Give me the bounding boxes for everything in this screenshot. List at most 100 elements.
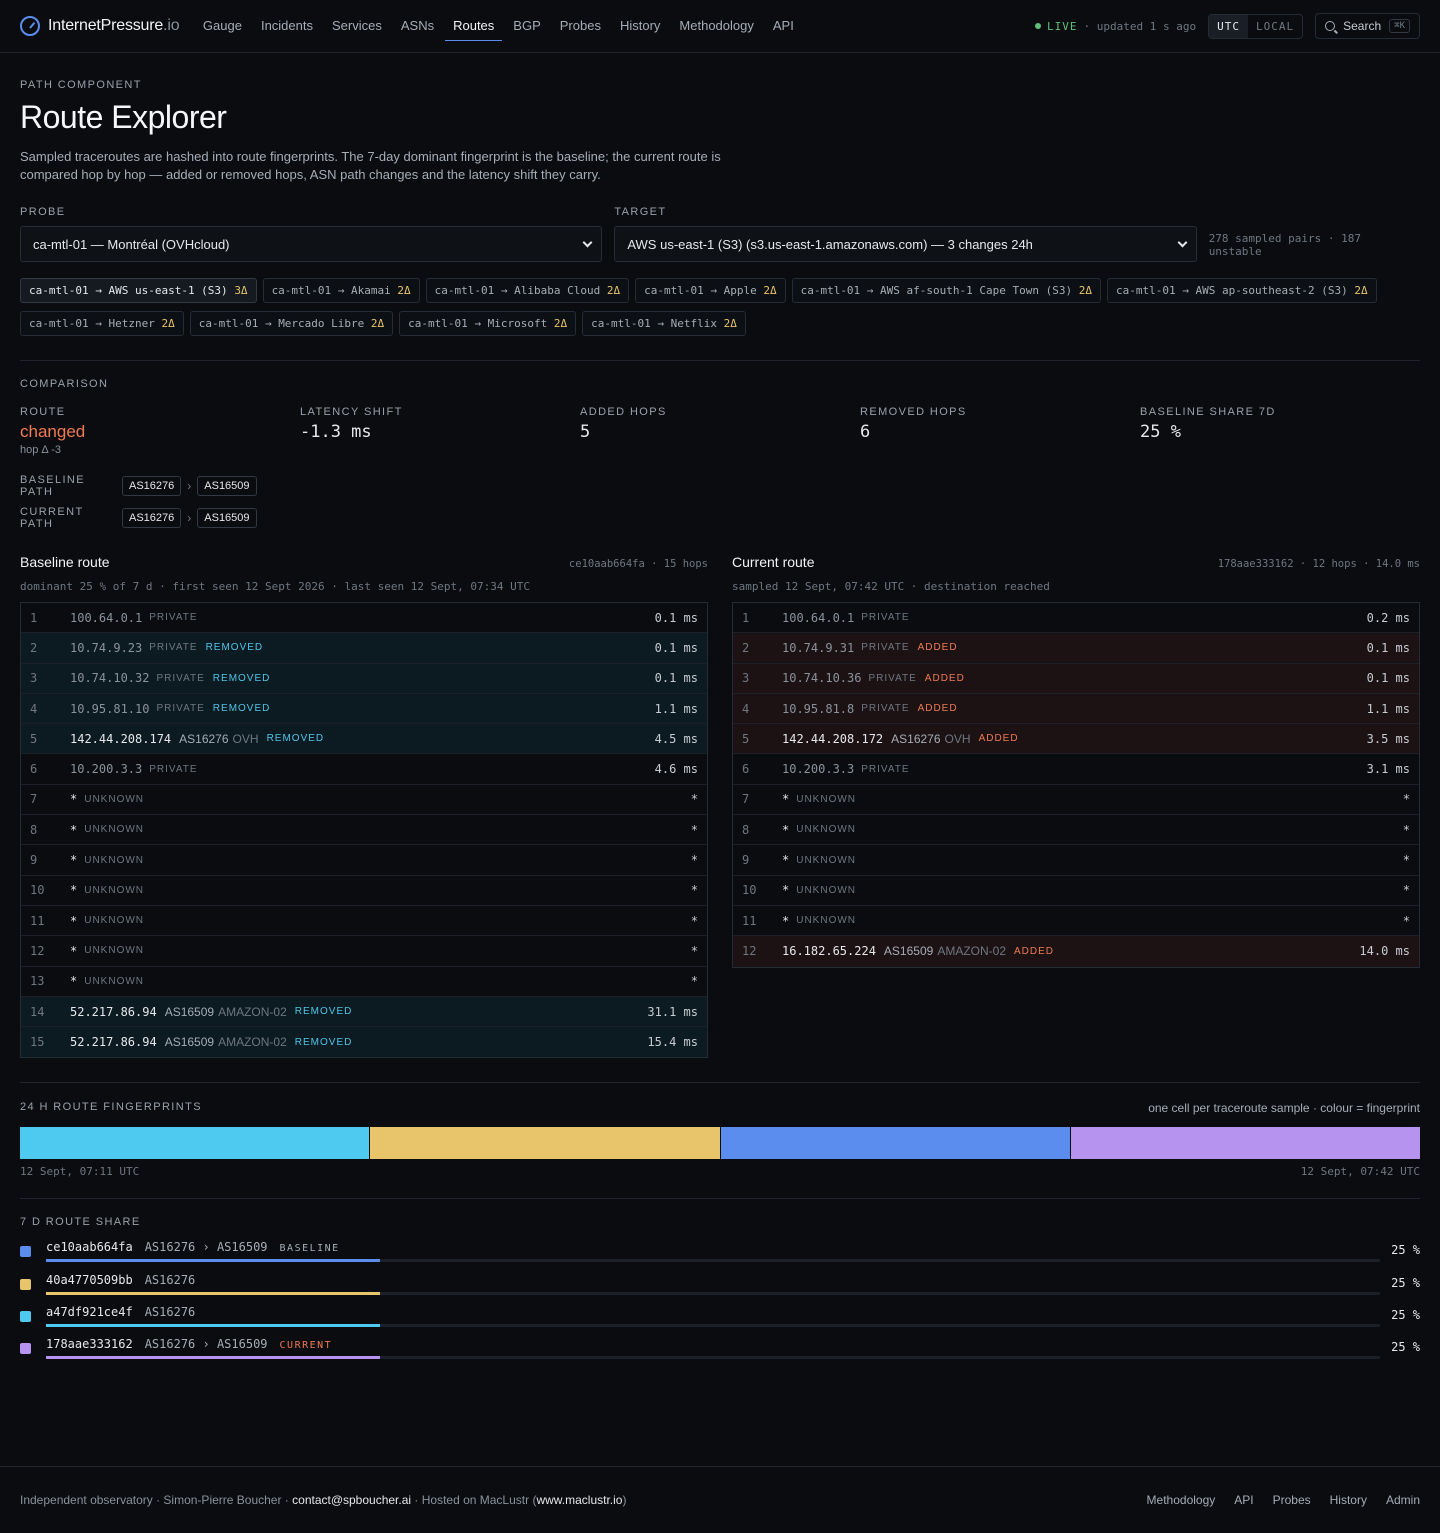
asn-tag[interactable]: AS16509 bbox=[197, 476, 257, 496]
tz-utc-button[interactable]: UTC bbox=[1209, 14, 1248, 38]
nav-incidents[interactable]: Incidents bbox=[253, 11, 321, 41]
route-share-line: a47df921ce4f AS16276 bbox=[46, 1305, 1380, 1319]
hop-row[interactable]: 9 * UNKNOWN * bbox=[733, 845, 1419, 876]
fingerprint-cell[interactable] bbox=[1070, 1127, 1420, 1160]
route-share-track bbox=[46, 1259, 1380, 1263]
hop-row[interactable]: 10 * UNKNOWN * bbox=[21, 876, 707, 906]
pair-chip[interactable]: ca-mtl-01 → Alibaba Cloud 2Δ bbox=[425, 278, 630, 303]
hop-row[interactable]: 14 52.217.86.94 AS16509 AMAZON-02 REMOVED 31.… bbox=[21, 996, 707, 1028]
pair-chip-delta: 2Δ bbox=[606, 284, 621, 297]
hop-row[interactable]: 11 * UNKNOWN * bbox=[21, 906, 707, 937]
hop-row[interactable]: 1 100.64.0.1 PRIVATE 0.2 ms bbox=[733, 603, 1419, 634]
hop-number: 14 bbox=[30, 1004, 45, 1019]
pair-chip[interactable]: ca-mtl-01 → AWS us-east-1 (S3) 3Δ bbox=[20, 278, 257, 303]
search-label: Search bbox=[1343, 19, 1382, 33]
nav-bgp[interactable]: BGP bbox=[505, 11, 548, 41]
hop-row[interactable]: 4 10.95.81.8 PRIVATE ADDED 1.1 ms bbox=[733, 693, 1419, 725]
footer-link-probes[interactable]: Probes bbox=[1273, 1493, 1311, 1507]
asn-tag[interactable]: AS16509 bbox=[197, 508, 257, 528]
hop-number: 12 bbox=[742, 944, 757, 959]
footer-link-history[interactable]: History bbox=[1330, 1493, 1367, 1507]
asn-tag[interactable]: AS16276 bbox=[122, 508, 182, 528]
hop-row[interactable]: 4 10.95.81.10 PRIVATE REMOVED 1.1 ms bbox=[21, 693, 707, 725]
pair-chip-label: ca-mtl-01 → AWS us-east-1 (S3) bbox=[29, 284, 228, 297]
hop-row[interactable]: 8 * UNKNOWN * bbox=[21, 815, 707, 846]
nav-probes[interactable]: Probes bbox=[552, 11, 609, 41]
footer-email-link[interactable]: contact@spboucher.ai bbox=[292, 1493, 411, 1507]
nav-api[interactable]: API bbox=[765, 11, 802, 41]
hop-class: UNKNOWN bbox=[84, 854, 145, 866]
fingerprint-cell[interactable] bbox=[370, 1127, 720, 1160]
pair-chip[interactable]: ca-mtl-01 → Akamai 2Δ bbox=[262, 278, 420, 303]
pair-chip[interactable]: ca-mtl-01 → Microsoft 2Δ bbox=[399, 311, 577, 336]
stat-baseline-share-7d: BASELINE SHARE 7D 25 % bbox=[1140, 406, 1420, 456]
stat-value: 5 bbox=[580, 422, 591, 442]
hop-row[interactable]: 5 142.44.208.172 AS16276 OVH ADDED 3.5 ms bbox=[733, 724, 1419, 755]
path-arrow-icon: › bbox=[187, 479, 192, 493]
footer-link-api[interactable]: API bbox=[1234, 1493, 1253, 1507]
nav-gauge[interactable]: Gauge bbox=[195, 11, 250, 41]
stat-label: LATENCY SHIFT bbox=[300, 406, 403, 418]
route-share-row[interactable]: a47df921ce4f AS16276 25 % bbox=[20, 1302, 1420, 1334]
hop-row[interactable]: 1 100.64.0.1 PRIVATE 0.1 ms bbox=[21, 603, 707, 634]
hop-row[interactable]: 3 10.74.10.36 PRIVATE ADDED 0.1 ms bbox=[733, 663, 1419, 694]
hop-number: 10 bbox=[30, 883, 45, 898]
pair-chip[interactable]: ca-mtl-01 → Netflix 2Δ bbox=[582, 311, 746, 336]
hop-class: UNKNOWN bbox=[84, 824, 145, 836]
footer-host-link[interactable]: www.maclustr.io bbox=[536, 1493, 622, 1507]
hop-class: UNKNOWN bbox=[84, 884, 145, 896]
nav-history[interactable]: History bbox=[612, 11, 668, 41]
hop-asn: AS16276 bbox=[179, 731, 229, 746]
nav-asns[interactable]: ASNs bbox=[393, 11, 442, 41]
route-share-row[interactable]: 40a4770509bb AS16276 25 % bbox=[20, 1270, 1420, 1302]
route-badge: BASELINE bbox=[279, 1243, 340, 1255]
hop-ip: * bbox=[782, 913, 790, 928]
hop-ip: * bbox=[782, 883, 790, 898]
hop-row[interactable]: 13 * UNKNOWN * bbox=[21, 967, 707, 997]
pair-chip[interactable]: ca-mtl-01 → Mercado Libre 2Δ bbox=[189, 311, 394, 336]
hop-row[interactable]: 12 16.182.65.224 AS16509 AMAZON-02 ADDED 14.0… bbox=[733, 936, 1419, 967]
search-button[interactable]: Search ⌘K bbox=[1315, 13, 1420, 39]
brand[interactable]: InternetPressure.io bbox=[20, 16, 180, 36]
pair-chip-delta: 2Δ bbox=[723, 317, 737, 330]
pair-chip[interactable]: ca-mtl-01 → Hetzner 2Δ bbox=[20, 311, 184, 336]
hop-row[interactable]: 11 * UNKNOWN * bbox=[733, 906, 1419, 937]
hop-row[interactable]: 9 * UNKNOWN * bbox=[21, 845, 707, 876]
baseline-path-label: BASELINE PATH bbox=[20, 474, 86, 498]
hop-row[interactable]: 5 142.44.208.174 AS16276 OVH REMOVED 4.5 ms bbox=[21, 724, 707, 755]
hop-row[interactable]: 15 52.217.86.94 AS16509 AMAZON-02 REMOVED 15.… bbox=[21, 1027, 707, 1058]
fingerprint-bar bbox=[20, 1127, 1420, 1160]
hop-number: 8 bbox=[30, 822, 38, 837]
hop-row[interactable]: 8 * UNKNOWN * bbox=[733, 815, 1419, 846]
fingerprint-cell[interactable] bbox=[720, 1127, 1070, 1160]
nav-methodology[interactable]: Methodology bbox=[671, 11, 761, 41]
pair-chip[interactable]: ca-mtl-01 → AWS ap-southeast-2 (S3) 2Δ bbox=[1106, 278, 1377, 303]
route-share-fill bbox=[46, 1324, 380, 1328]
hop-row[interactable]: 7 * UNKNOWN * bbox=[21, 785, 707, 816]
route-share-row[interactable]: 178aae333162 AS16276 › AS16509 CURRENT 25 % bbox=[20, 1334, 1420, 1366]
footer-link-methodology[interactable]: Methodology bbox=[1147, 1493, 1216, 1507]
asn-tag[interactable]: AS16276 bbox=[122, 476, 182, 496]
target-select[interactable]: AWS us-east-1 (S3) (s3.us-east-1.amazona… bbox=[614, 226, 1197, 262]
fingerprint-cell[interactable] bbox=[20, 1127, 370, 1160]
hop-row[interactable]: 2 10.74.9.31 PRIVATE ADDED 0.1 ms bbox=[733, 633, 1419, 664]
probe-select[interactable]: ca-mtl-01 — Montréal (OVHcloud) bbox=[20, 226, 603, 262]
tz-local-button[interactable]: LOCAL bbox=[1248, 15, 1302, 38]
nav-routes[interactable]: Routes bbox=[445, 11, 503, 41]
hop-row[interactable]: 7 * UNKNOWN * bbox=[733, 785, 1419, 816]
baseline-path: BASELINE PATH AS16276 › AS16509 bbox=[20, 474, 1420, 498]
nav-services[interactable]: Services bbox=[324, 11, 390, 41]
pair-chip[interactable]: ca-mtl-01 → AWS af-south-1 Cape Town (S3… bbox=[791, 278, 1101, 303]
hop-row[interactable]: 3 10.74.10.32 PRIVATE REMOVED 0.1 ms bbox=[21, 663, 707, 694]
hop-asn: AS16276 bbox=[891, 731, 941, 746]
hop-row[interactable]: 6 10.200.3.3 PRIVATE 4.6 ms bbox=[21, 754, 707, 785]
hop-ip: 10.95.81.8 bbox=[782, 701, 855, 716]
hop-row[interactable]: 10 * UNKNOWN * bbox=[733, 876, 1419, 906]
stat-removed-hops: REMOVED HOPS 6 bbox=[860, 406, 1140, 456]
pair-chip[interactable]: ca-mtl-01 → Apple 2Δ bbox=[635, 278, 786, 303]
hop-row[interactable]: 6 10.200.3.3 PRIVATE 3.1 ms bbox=[733, 754, 1419, 785]
hop-row[interactable]: 2 10.74.9.23 PRIVATE REMOVED 0.1 ms bbox=[21, 633, 707, 664]
route-share-row[interactable]: ce10aab664fa AS16276 › AS16509 BASELINE 25 … bbox=[20, 1237, 1420, 1269]
footer-link-admin[interactable]: Admin bbox=[1386, 1493, 1420, 1507]
hop-row[interactable]: 12 * UNKNOWN * bbox=[21, 936, 707, 967]
